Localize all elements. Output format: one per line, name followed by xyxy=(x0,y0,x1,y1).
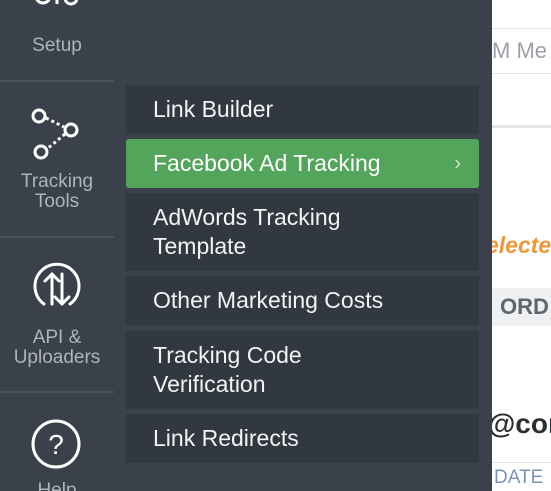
sidebar-item-setup[interactable]: Setup xyxy=(0,0,114,80)
svg-text:?: ? xyxy=(48,429,64,460)
sidebar-item-tracking-tools[interactable]: Tracking Tools xyxy=(0,82,114,236)
menu-item-label: Link Redirects xyxy=(153,425,299,451)
sidebar-item-api-uploaders[interactable]: API & Uploaders xyxy=(0,238,114,391)
menu-item-label: Facebook Ad Tracking xyxy=(153,150,381,176)
menu-item-link-builder[interactable]: Link Builder xyxy=(126,85,479,134)
sidebar-item-label: Help xyxy=(37,480,77,491)
menu-item-other-marketing-costs[interactable]: Other Marketing Costs xyxy=(126,276,479,325)
sidebar-item-label: API & Uploaders xyxy=(13,327,101,368)
menu-item-label: AdWords Tracking Template xyxy=(153,204,341,259)
tracking-tools-flyout: Link Builder Facebook Ad Tracking › AdWo… xyxy=(114,0,492,491)
background-page: M Me electe ORD @cor DATE xyxy=(492,0,551,491)
divider xyxy=(492,125,551,128)
tracking-nodes-icon xyxy=(29,104,85,165)
email-text: @cor xyxy=(492,408,551,439)
menu-item-facebook-ad-tracking[interactable]: Facebook Ad Tracking › xyxy=(126,139,479,188)
menu-item-link-redirects[interactable]: Link Redirects xyxy=(126,414,479,463)
menu-item-label: Other Marketing Costs xyxy=(153,287,384,313)
menu-item-label: Link Builder xyxy=(153,96,274,122)
sidebar-item-label: Setup xyxy=(32,35,82,56)
menu-item-adwords-tracking-template[interactable]: AdWords Tracking Template xyxy=(126,193,479,271)
updown-arrows-icon xyxy=(30,260,84,319)
orders-tab[interactable]: ORD xyxy=(492,288,551,326)
sidebar-item-help[interactable]: ? Help xyxy=(0,393,114,491)
sliders-icon xyxy=(29,0,85,25)
chevron-right-icon: › xyxy=(454,152,461,174)
main-sidebar: Setup Tracking Tools API & Uploaders ? H… xyxy=(0,0,114,491)
selected-text: electe xyxy=(492,232,551,258)
menu-item-label: Tracking Code Verification xyxy=(153,342,302,397)
question-icon: ? xyxy=(30,418,82,475)
menu-item-tracking-code-verification[interactable]: Tracking Code Verification xyxy=(126,331,479,409)
sidebar-item-label: Tracking Tools xyxy=(20,171,94,212)
date-column-header[interactable]: DATE xyxy=(492,462,551,491)
background-input[interactable]: M Me xyxy=(492,28,551,74)
